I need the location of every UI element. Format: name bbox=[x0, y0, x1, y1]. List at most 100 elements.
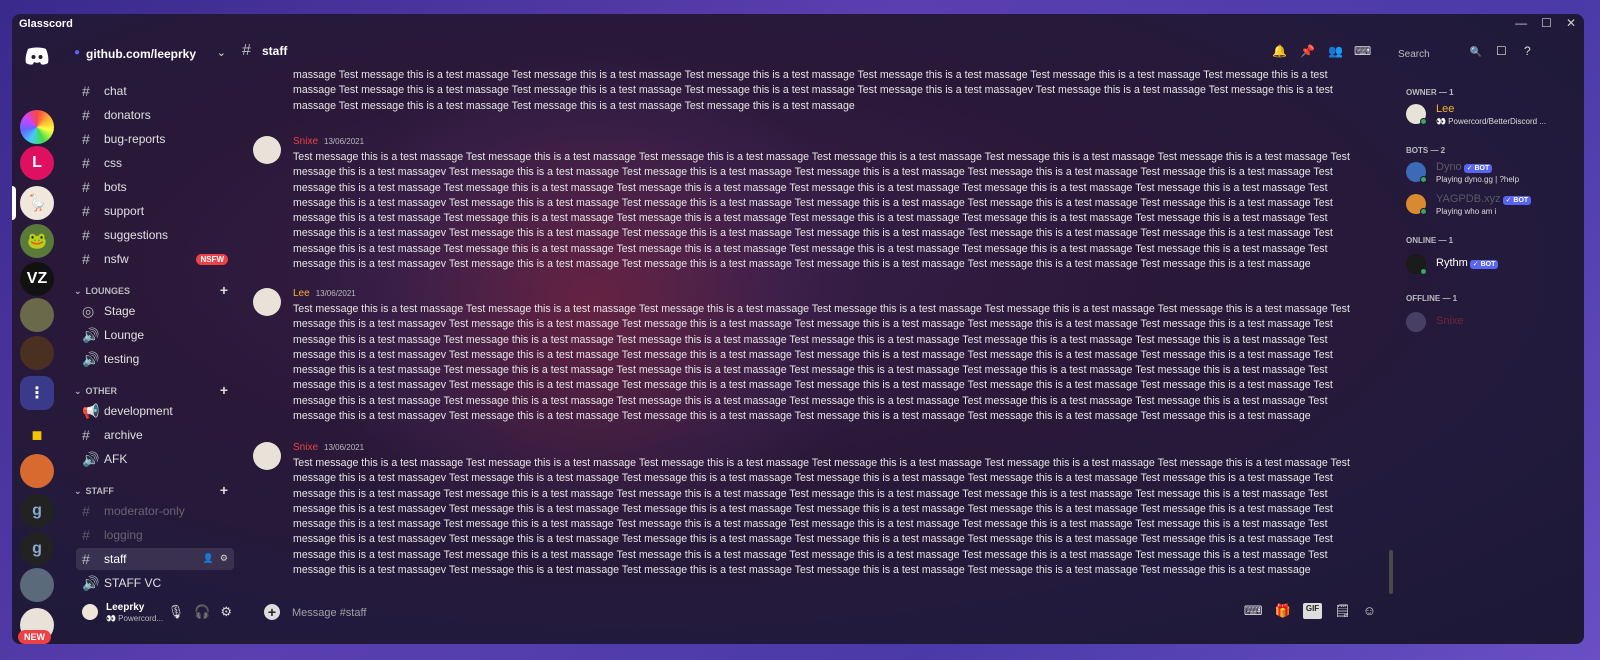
channel-bug-reports[interactable]: # bug-reports bbox=[76, 128, 234, 150]
members-icon[interactable]: 👥 bbox=[1328, 44, 1343, 58]
folder-icon[interactable]: ■ bbox=[20, 418, 54, 452]
hash-icon: # bbox=[82, 503, 90, 519]
channel-chat[interactable]: # chat bbox=[76, 80, 234, 102]
guild-name: github.com/leeprky bbox=[86, 47, 197, 61]
message-author[interactable]: Snixe bbox=[293, 136, 318, 147]
pin-icon[interactable]: 📌 bbox=[1300, 44, 1315, 58]
add-channel-icon[interactable]: + bbox=[220, 482, 228, 498]
chevron-down-icon: ⌄ bbox=[74, 285, 82, 296]
member-item[interactable]: Rythm ✓ BOT bbox=[1406, 254, 1582, 284]
server-icon-goose[interactable]: 🪿 bbox=[20, 186, 54, 220]
channel-label: moderator-only bbox=[104, 504, 185, 518]
category-lounges[interactable]: ⌄ LOUNGES + bbox=[74, 282, 234, 298]
search-icon: 🔍 bbox=[1469, 47, 1482, 58]
channel-testing[interactable]: 🔊 testing bbox=[76, 348, 234, 370]
member-item[interactable]: Dyno ✓ BOT Playing dyno.gg | ?help bbox=[1406, 161, 1582, 192]
channel-afk[interactable]: 🔊 AFK bbox=[76, 448, 234, 470]
new-badge[interactable]: NEW bbox=[18, 630, 51, 644]
avatar[interactable] bbox=[82, 604, 98, 620]
channel-archive[interactable]: # archive bbox=[76, 424, 234, 446]
channel-stage[interactable]: ◎ Stage bbox=[76, 300, 234, 322]
channel-label: suggestions bbox=[104, 228, 169, 242]
search-input[interactable]: Search 🔍 bbox=[1392, 44, 1488, 64]
avatar[interactable] bbox=[253, 288, 281, 316]
channel-label: bots bbox=[104, 180, 127, 194]
member-group-header: OWNER — 1 bbox=[1406, 88, 1454, 97]
chevron-down-icon[interactable]: ⌄ bbox=[217, 46, 226, 59]
bell-icon[interactable]: 🔔 bbox=[1272, 44, 1287, 58]
hash-icon: # bbox=[82, 179, 90, 195]
keyboard-icon[interactable]: ⌨ bbox=[1354, 44, 1371, 58]
close-icon[interactable]: ✕ bbox=[1566, 16, 1576, 30]
gif-button[interactable]: GIF bbox=[1302, 603, 1323, 619]
channel-staff[interactable]: # staff 👤 ⚙ bbox=[76, 548, 234, 570]
channel-nsfw[interactable]: # nsfw NSFW bbox=[76, 248, 234, 270]
help-icon[interactable]: ? bbox=[1524, 44, 1531, 58]
server-icon-rainbow[interactable] bbox=[20, 110, 54, 144]
avatar[interactable] bbox=[253, 136, 281, 164]
minimize-icon[interactable]: — bbox=[1515, 16, 1527, 30]
attach-plus-icon[interactable]: + bbox=[264, 604, 280, 620]
member-item[interactable]: YAGPDB.xyz ✓ BOT Playing who am i bbox=[1406, 193, 1582, 224]
server-icon-l[interactable]: L bbox=[20, 146, 54, 180]
app-title: Glasscord bbox=[19, 18, 73, 30]
guild-header[interactable]: ● github.com/leeprky ⌄ bbox=[74, 44, 236, 64]
server-icon-frog[interactable]: 🐸 bbox=[20, 224, 54, 258]
channel-label: archive bbox=[104, 428, 143, 442]
message-author[interactable]: Lee bbox=[293, 288, 310, 299]
chat-header: # staff bbox=[236, 36, 1384, 70]
channel-css[interactable]: # css bbox=[76, 152, 234, 174]
headphones-icon[interactable]: 🎧 bbox=[194, 604, 210, 620]
hash-icon: # bbox=[82, 155, 90, 171]
stage-icon: ◎ bbox=[82, 302, 95, 319]
channel-development[interactable]: 📢 development bbox=[76, 400, 234, 422]
channel-moderator-only[interactable]: # moderator-only bbox=[76, 500, 234, 522]
channel-logging[interactable]: # logging bbox=[76, 524, 234, 546]
member-item[interactable]: Snixe bbox=[1406, 312, 1582, 342]
status-online-icon bbox=[1420, 176, 1427, 183]
server-icon-g2[interactable]: g bbox=[20, 532, 54, 566]
server-icon-penguin[interactable] bbox=[20, 568, 54, 602]
channel-lounge[interactable]: 🔊 Lounge bbox=[76, 324, 234, 346]
avatar[interactable] bbox=[253, 442, 281, 470]
server-icon-portrait[interactable] bbox=[20, 336, 54, 370]
category-staff[interactable]: ⌄ STAFF + bbox=[74, 482, 234, 498]
user-status: 👀 Powercord... bbox=[106, 614, 164, 623]
add-channel-icon[interactable]: + bbox=[220, 282, 228, 298]
chevron-down-icon: ⌄ bbox=[74, 385, 82, 396]
hash-icon: # bbox=[82, 83, 90, 99]
message-author[interactable]: Snixe bbox=[293, 442, 318, 453]
speaker-icon: 🔊 bbox=[82, 574, 100, 591]
sticker-icon[interactable]: 🗒 bbox=[1334, 603, 1351, 619]
gear-icon[interactable]: ⚙ bbox=[220, 604, 232, 620]
category-other[interactable]: ⌄ OTHER + bbox=[74, 382, 234, 398]
scrollbar[interactable] bbox=[1389, 550, 1393, 594]
inbox-icon[interactable]: ☐ bbox=[1496, 44, 1507, 58]
server-icon-vz[interactable]: VZ bbox=[20, 262, 54, 296]
channel-bots[interactable]: # bots bbox=[76, 176, 234, 198]
message-header: Snixe 13/06/2021 bbox=[293, 442, 364, 453]
server-icon-g1[interactable]: g bbox=[20, 494, 54, 528]
microphone-icon[interactable]: 🎙 bbox=[168, 604, 185, 620]
bot-tag: ✓ BOT bbox=[1463, 164, 1493, 173]
channel-support[interactable]: # support bbox=[76, 200, 234, 222]
emoji-icon[interactable]: ☺ bbox=[1363, 603, 1376, 619]
server-icon-soldier[interactable] bbox=[20, 298, 54, 332]
server-icon-tools[interactable] bbox=[20, 454, 54, 488]
channel-donators[interactable]: # donators bbox=[76, 104, 234, 126]
maximize-icon[interactable]: ☐ bbox=[1541, 16, 1552, 30]
gear-icon[interactable]: ⚙ bbox=[220, 553, 228, 564]
message-input[interactable] bbox=[292, 604, 1192, 622]
invite-icon[interactable]: 👤 bbox=[203, 553, 214, 564]
discord-home-icon[interactable] bbox=[24, 46, 50, 66]
message-body: Test message this is a test massage Test… bbox=[293, 303, 1350, 423]
keyboard-icon[interactable]: ⌨ bbox=[1244, 603, 1263, 619]
member-item[interactable]: Lee 👀 Powercord/BetterDiscord ... bbox=[1406, 103, 1582, 134]
channel-staff-vc[interactable]: 🔊 STAFF VC bbox=[76, 572, 234, 594]
server-icon-dots[interactable]: ⋮ bbox=[20, 376, 54, 410]
gift-icon[interactable]: 🎁 bbox=[1275, 603, 1291, 619]
channel-suggestions[interactable]: # suggestions bbox=[76, 224, 234, 246]
app-window: Glasscord — ☐ ✕ L 🪿 🐸 VZ ⋮ ■ g g NEW ● g… bbox=[12, 14, 1584, 644]
add-channel-icon[interactable]: + bbox=[220, 382, 228, 398]
member-name: YAGPDB.xyz bbox=[1436, 193, 1501, 205]
